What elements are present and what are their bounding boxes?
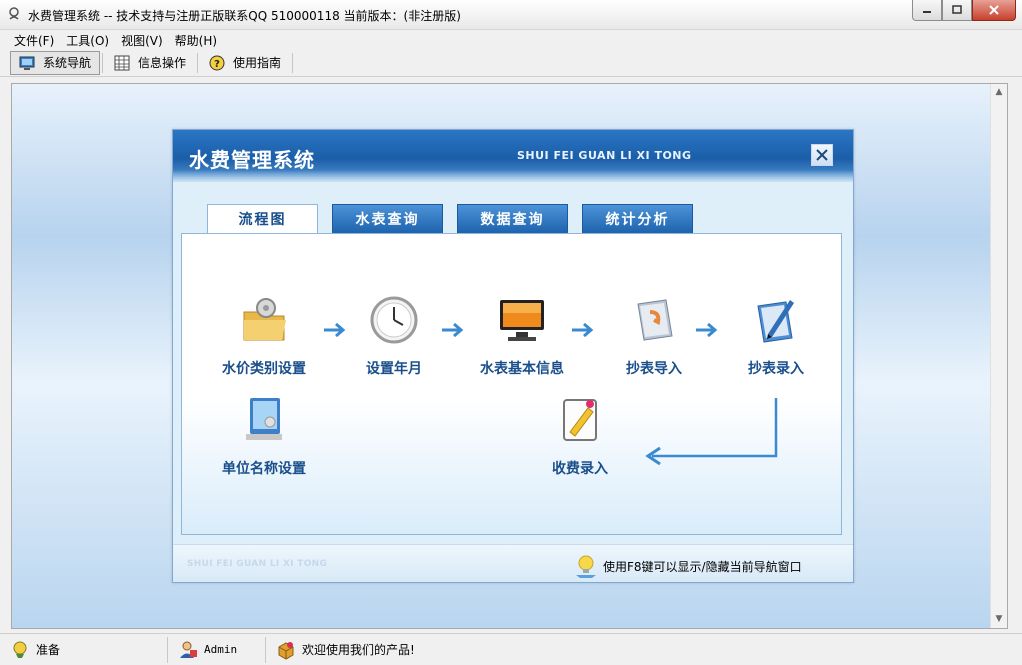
- panel-close-button[interactable]: [811, 144, 833, 166]
- toolbar: 系统导航 信息操作 ? 使用指南: [0, 49, 1022, 77]
- monitor-icon: [500, 300, 544, 341]
- vertical-scrollbar[interactable]: ▲ ▼: [990, 84, 1007, 628]
- status-ready: 准备: [0, 636, 168, 663]
- flow-node-label: 设置年月: [366, 361, 422, 377]
- title-bar: 水费管理系统 -- 技术支持与注册正版联系QQ 510000118 当前版本：(…: [0, 0, 1022, 30]
- flow-node-meter-entry[interactable]: 抄表录入: [726, 292, 826, 378]
- footer-tip: 使用F8键可以显示/隐藏当前导航窗口: [573, 553, 802, 579]
- toolbar-system-nav-button[interactable]: 系统导航: [10, 50, 101, 75]
- menu-help[interactable]: 帮助(H): [169, 30, 223, 49]
- tab-flowchart[interactable]: 流程图: [207, 204, 318, 234]
- menu-file[interactable]: 文件(F): [8, 30, 60, 49]
- flow-node-unit-name[interactable]: 单位名称设置: [214, 392, 314, 478]
- status-user: Admin: [168, 636, 266, 663]
- book-import-icon: [637, 299, 673, 341]
- arrow-right-icon: [572, 322, 594, 338]
- monitor-icon: [19, 56, 35, 70]
- close-icon: [989, 5, 999, 15]
- toolbar-label: 使用指南: [233, 56, 282, 70]
- arrow-right-icon: [696, 322, 718, 338]
- status-message-text: 欢迎使用我们的产品!: [302, 643, 415, 657]
- status-user-name: Admin: [204, 643, 238, 656]
- panel-tabs: 流程图 水表查询 数据查询 统计分析: [207, 204, 707, 234]
- menu-tools[interactable]: 工具(O): [60, 30, 115, 49]
- svg-text:?: ?: [214, 59, 220, 70]
- status-lamp-icon: [13, 641, 27, 658]
- flow-node-meter-import[interactable]: 抄表导入: [604, 292, 704, 378]
- status-bar: 准备 Admin 欢迎使用我们的产品!: [0, 633, 1022, 665]
- window-title: 水费管理系统 -- 技术支持与注册正版联系QQ 510000118 当前版本：(…: [28, 9, 461, 23]
- flow-node-label: 收费录入: [552, 461, 608, 477]
- toolbar-label: 信息操作: [138, 56, 187, 70]
- minimize-icon: [923, 11, 931, 13]
- menu-bar: 文件(F) 工具(O) 视图(V) 帮助(H): [0, 30, 1022, 49]
- flow-node-set-year-month[interactable]: 设置年月: [344, 292, 444, 378]
- product-box-icon: [278, 641, 294, 660]
- footer-tip-text: 使用F8键可以显示/隐藏当前导航窗口: [603, 559, 802, 574]
- lightbulb-icon: [576, 555, 596, 578]
- tab-statistics[interactable]: 统计分析: [582, 204, 693, 233]
- tab-meter-query[interactable]: 水表查询: [332, 204, 443, 233]
- panel-footer: SHUI FEI GUAN LI XI TONG 使用F8键可以显示/隐藏当前导…: [173, 544, 853, 582]
- toolbar-label: 系统导航: [43, 56, 92, 70]
- navigation-panel: 水费管理系统 SHUI FEI GUAN LI XI TONG 流程图 水表查询…: [172, 129, 854, 583]
- app-icon: [9, 7, 19, 20]
- flow-node-fee-entry[interactable]: 收费录入: [530, 392, 630, 478]
- arrow-right-icon: [324, 322, 346, 338]
- flow-node-label: 抄表导入: [626, 361, 682, 377]
- panel-pinyin: SHUI FEI GUAN LI XI TONG: [517, 149, 692, 162]
- status-text: 准备: [36, 643, 61, 657]
- close-button[interactable]: [972, 0, 1016, 21]
- flow-node-label: 水表基本信息: [480, 361, 564, 377]
- flow-node-label: 抄表录入: [748, 361, 804, 377]
- panel-header: 水费管理系统 SHUI FEI GUAN LI XI TONG: [173, 130, 853, 182]
- toolbar-user-guide-button[interactable]: ? 使用指南: [200, 51, 290, 75]
- toolbar-separator: [197, 52, 199, 73]
- toolbar-info-ops-button[interactable]: 信息操作: [105, 51, 195, 75]
- arrow-return-icon: [645, 398, 778, 466]
- panel-title: 水费管理系统: [189, 148, 315, 172]
- flow-node-label: 单位名称设置: [222, 461, 306, 477]
- menu-view[interactable]: 视图(V): [115, 30, 169, 49]
- flow-node-price-category[interactable]: 水价类别设置: [214, 292, 314, 378]
- maximize-button[interactable]: [942, 0, 972, 21]
- close-icon: [816, 149, 828, 161]
- flow-node-meter-basic-info[interactable]: 水表基本信息: [470, 292, 574, 378]
- scroll-up-icon[interactable]: ▲: [991, 84, 1007, 101]
- flowchart-content: 水价类别设置 设置年月 水表基本信息 抄表导入 抄表录入 单位名称设置 收费录入: [181, 233, 842, 535]
- arrow-right-icon: [442, 322, 464, 338]
- minimize-button[interactable]: [912, 0, 942, 21]
- toolbar-separator: [292, 52, 294, 73]
- computer-icon: [246, 398, 282, 440]
- workspace: ▲ ▼ 水费管理系统 SHUI FEI GUAN LI XI TONG 流程图 …: [11, 83, 1008, 629]
- folder-gear-icon: [243, 298, 286, 341]
- tab-data-query[interactable]: 数据查询: [457, 204, 568, 233]
- pen-notepad-icon: [757, 300, 794, 343]
- help-icon: ?: [209, 55, 225, 70]
- edit-document-icon: [563, 399, 597, 441]
- toolbar-separator: [102, 52, 104, 73]
- user-icon: [180, 641, 197, 658]
- clock-icon: [370, 296, 418, 344]
- footer-pinyin: SHUI FEI GUAN LI XI TONG: [187, 559, 328, 569]
- status-message: 欢迎使用我们的产品!: [266, 637, 566, 663]
- maximize-icon: [952, 5, 962, 14]
- grid-icon: [114, 55, 130, 70]
- scroll-down-icon[interactable]: ▼: [991, 611, 1007, 628]
- flow-node-label: 水价类别设置: [222, 361, 306, 377]
